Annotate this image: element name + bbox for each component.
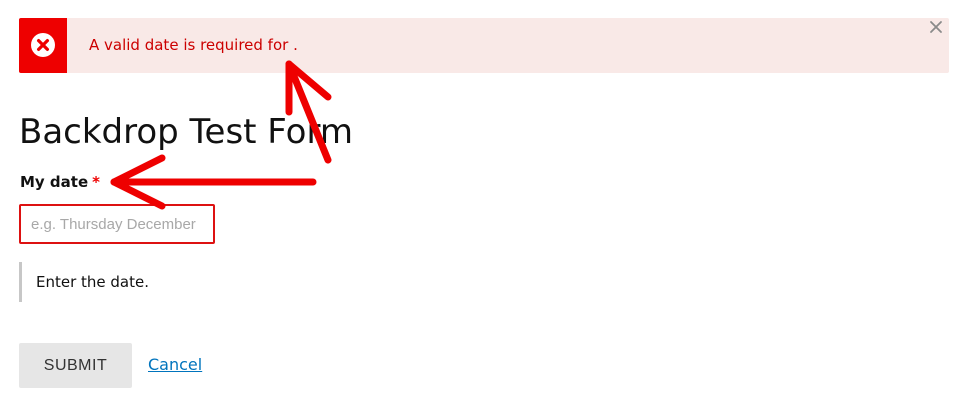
cancel-link[interactable]: Cancel <box>148 355 202 375</box>
submit-button[interactable]: SUBMIT <box>19 343 132 388</box>
error-icon-box <box>19 18 67 73</box>
date-field-label-text: My date <box>20 173 89 191</box>
required-marker: * <box>92 173 100 191</box>
close-icon[interactable] <box>929 20 943 34</box>
field-description: Enter the date. <box>19 262 149 302</box>
error-circle-x-icon <box>31 33 55 57</box>
error-message-banner: A valid date is required for . <box>19 18 949 73</box>
date-input[interactable] <box>19 204 215 244</box>
page-title: Backdrop Test Form <box>19 112 353 152</box>
date-field-label: My date * <box>20 172 100 192</box>
arrow-to-field-label <box>110 154 317 210</box>
field-description-text: Enter the date. <box>36 273 150 291</box>
error-message-text: A valid date is required for . <box>89 36 298 54</box>
